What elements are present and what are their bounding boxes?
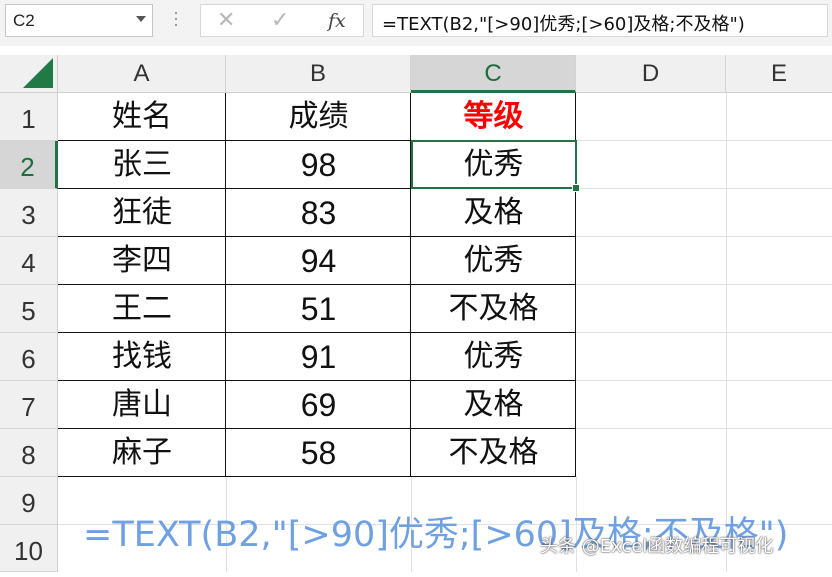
gridline <box>576 428 832 429</box>
gridline <box>576 140 832 141</box>
column-header-a[interactable]: A <box>58 55 226 93</box>
gridline <box>576 236 832 237</box>
cell-grade[interactable]: 不及格 <box>411 429 576 477</box>
column-header-d[interactable]: D <box>576 55 726 93</box>
row-header-1[interactable]: 1 <box>0 93 58 141</box>
formula-input[interactable]: =TEXT(B2,"[>90]优秀;[>60]及格;不及格") <box>372 4 828 37</box>
cell-score[interactable]: 91 <box>226 333 411 381</box>
header-grade[interactable]: 等级 <box>411 93 576 141</box>
active-cell-selection[interactable] <box>411 140 577 189</box>
cell-grade[interactable]: 及格 <box>411 381 576 429</box>
select-all-icon <box>23 58 53 88</box>
select-all-button[interactable] <box>0 55 58 93</box>
cell-score[interactable]: 58 <box>226 429 411 477</box>
header-name[interactable]: 姓名 <box>58 93 226 141</box>
cell-grade[interactable]: 优秀 <box>411 333 576 381</box>
cell-score[interactable]: 98 <box>226 141 411 189</box>
cell-name[interactable]: 李四 <box>58 237 226 285</box>
name-box[interactable]: C2 <box>5 4 153 37</box>
insert-function-icon[interactable]: fx <box>328 8 346 34</box>
cell-grade[interactable]: 及格 <box>411 189 576 237</box>
row-header-9[interactable]: 9 <box>0 477 58 525</box>
name-box-value: C2 <box>13 11 35 30</box>
cell-score[interactable]: 83 <box>226 189 411 237</box>
cell-name[interactable]: 唐山 <box>58 381 226 429</box>
gridline <box>726 93 727 572</box>
gridline <box>576 332 832 333</box>
header-score[interactable]: 成绩 <box>226 93 411 141</box>
drag-handle-icon[interactable] <box>175 12 178 32</box>
watermark: 头条 @Excel函数编程可视化 <box>540 536 774 557</box>
gridline <box>576 188 832 189</box>
cell-grade[interactable]: 优秀 <box>411 237 576 285</box>
column-header-b[interactable]: B <box>226 55 411 93</box>
row-header-7[interactable]: 7 <box>0 381 58 429</box>
row-header-6[interactable]: 6 <box>0 333 58 381</box>
formula-bar: C2 ✕ ✓ fx =TEXT(B2,"[>90]优秀;[>60]及格;不及格"… <box>0 0 832 46</box>
row-header-5[interactable]: 5 <box>0 285 58 333</box>
column-header-c[interactable]: C <box>411 55 576 93</box>
cell-name[interactable]: 王二 <box>58 285 226 333</box>
cell-score[interactable]: 94 <box>226 237 411 285</box>
enter-icon[interactable]: ✓ <box>271 8 289 34</box>
row-header-3[interactable]: 3 <box>0 189 58 237</box>
cell-name[interactable]: 找钱 <box>58 333 226 381</box>
cell-name[interactable]: 狂徒 <box>58 189 226 237</box>
cell-name[interactable]: 张三 <box>58 141 226 189</box>
fill-handle[interactable] <box>572 184 580 192</box>
formula-buttons: ✕ ✓ fx <box>200 4 364 37</box>
chevron-down-icon[interactable] <box>136 16 146 22</box>
row-header-10[interactable]: 10 <box>0 525 58 572</box>
gridline <box>576 380 832 381</box>
cell-score[interactable]: 51 <box>226 285 411 333</box>
cell-grade[interactable]: 不及格 <box>411 285 576 333</box>
row-header-2[interactable]: 2 <box>0 141 58 189</box>
cell-score[interactable]: 69 <box>226 381 411 429</box>
cancel-icon[interactable]: ✕ <box>217 8 235 34</box>
formula-text: =TEXT(B2,"[>90]优秀;[>60]及格;不及格") <box>382 14 745 35</box>
row-header-8[interactable]: 8 <box>0 429 58 477</box>
column-header-e[interactable]: E <box>726 55 832 93</box>
cell-name[interactable]: 麻子 <box>58 429 226 477</box>
row-header-4[interactable]: 4 <box>0 237 58 285</box>
gridline <box>576 284 832 285</box>
